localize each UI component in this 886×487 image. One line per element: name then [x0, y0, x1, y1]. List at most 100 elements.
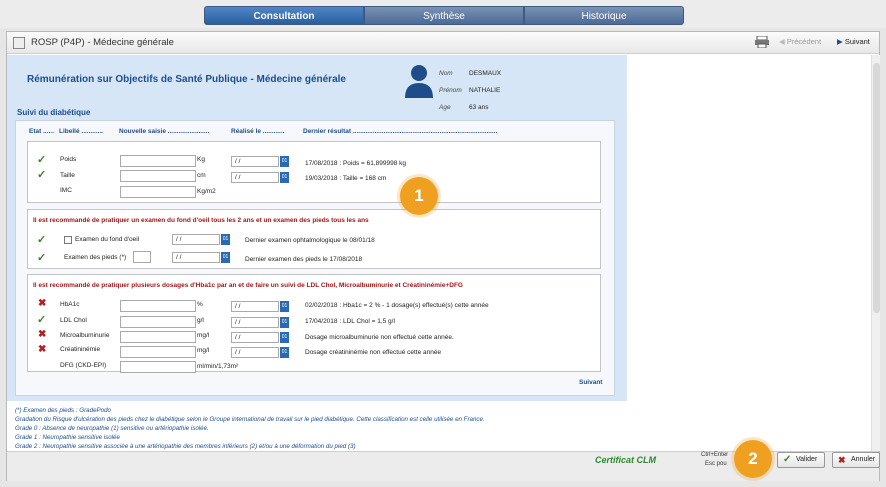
window-title: ROSP (P4P) - Médecine générale [31, 37, 174, 48]
unit-microalb: mg/l [197, 332, 210, 339]
pieds-date-input[interactable]: / / [172, 252, 220, 263]
calendar-icon[interactable]: 01 [280, 347, 289, 358]
group-mesures [27, 141, 601, 203]
suivant-link[interactable]: Suivant [579, 379, 602, 386]
unit-ldl: g/l [197, 317, 204, 324]
poids-date-input[interactable]: / / [231, 156, 279, 167]
cross-icon: ✖ [38, 344, 47, 355]
check-icon: ✓ [37, 169, 47, 181]
arrow-right-icon: ▶ [837, 37, 843, 46]
window-titlebar: ROSP (P4P) - Médecine générale ◀ Précéde… [7, 32, 879, 54]
check-icon: ✓ [37, 314, 47, 326]
cross-icon: ✖ [38, 298, 47, 309]
certificat-clm-link[interactable]: Certificat CLM [595, 455, 656, 465]
tab-synthese[interactable]: Synthèse [364, 6, 524, 25]
label-taille: Taille [60, 172, 75, 179]
label-dfg: DFG (CKD-EPI) [60, 362, 107, 369]
pieds-grade-input[interactable] [133, 251, 151, 263]
patient-prenom-label: Prénom [439, 87, 462, 94]
close-icon: ✖ [838, 455, 846, 465]
label-fond-oeil: Examen du fond d'oeil [75, 236, 140, 243]
col-dernier: Dernier résultat .......................… [303, 128, 498, 135]
col-etat: Etat ...... [29, 128, 54, 135]
unit-poids: Kg [197, 156, 205, 163]
patient-nom: DESMAUX [469, 70, 502, 77]
result-taille: 19/03/2018 : Taille = 168 cm [305, 175, 387, 182]
unit-taille: cm [197, 172, 206, 179]
taille-input[interactable] [120, 170, 196, 182]
creat-date-input[interactable]: / / [231, 347, 279, 358]
printer-icon[interactable] [755, 35, 769, 49]
suivant-button[interactable]: ▶ Suivant [837, 37, 870, 46]
microalb-date-input[interactable]: / / [231, 332, 279, 343]
result-pieds: Dernier examen des pieds le 17/08/2018 [245, 256, 363, 263]
page-title: Rémunération sur Objectifs de Santé Publ… [27, 74, 346, 85]
unit-dfg: ml/min/1,73m² [197, 363, 239, 370]
section-title: Suivi du diabétique [17, 108, 91, 117]
imc-input[interactable] [120, 186, 196, 198]
result-microalb: Dosage microalbuminurie non effectué cet… [305, 334, 454, 341]
hba1c-input[interactable] [120, 300, 196, 312]
poids-input[interactable] [120, 155, 196, 167]
check-icon: ✓ [783, 454, 792, 465]
patient-age: 63 ans [469, 104, 489, 111]
ldl-input[interactable] [120, 316, 196, 328]
calendar-icon[interactable]: 01 [221, 252, 230, 263]
calendar-icon[interactable]: 01 [280, 317, 289, 328]
precedent-button[interactable]: ◀ Précédent [779, 37, 821, 46]
result-ldl: 17/04/2018 : LDL Chol = 1,5 g/l [305, 318, 395, 325]
unit-hba1c: % [197, 301, 203, 308]
calendar-icon[interactable]: 01 [280, 301, 289, 312]
patient-avatar-icon [405, 64, 433, 98]
calendar-icon[interactable]: 01 [280, 332, 289, 343]
label-hba1c: HbA1c [60, 301, 80, 308]
calendar-icon[interactable]: 01 [280, 172, 289, 183]
creat-input[interactable] [120, 346, 196, 358]
col-saisie: Nouvelle saisie ....................... [119, 128, 210, 135]
unit-imc: Kg/m2 [197, 188, 216, 195]
cross-icon: ✖ [38, 329, 47, 340]
patient-nom-label: Nom [439, 70, 453, 77]
shortcut-hint: Ctrl+Enter [701, 452, 729, 458]
unit-creat: mg/l [197, 347, 210, 354]
result-poids: 17/08/2018 : Poids = 61,899998 kg [305, 160, 407, 167]
arrow-left-icon: ◀ [779, 37, 785, 46]
note-line: Gradation du Risque d'ulcération des pie… [15, 416, 485, 423]
col-realise: Réalisé le ............ [231, 128, 285, 135]
tab-consultation[interactable]: Consultation [204, 6, 364, 25]
note-line: (*) Examen des pieds : GradePodo [15, 407, 111, 414]
note-line: Grade 2 : Neuropathie sensitive associée… [15, 443, 356, 450]
note-line: Grade 1 : Neuropathie sensitive isolée [15, 434, 120, 441]
vertical-scrollbar[interactable] [871, 55, 880, 451]
warning-examens: Il est recommandé de pratiquer un examen… [33, 217, 369, 224]
valider-button[interactable]: ✓ Valider [777, 452, 825, 468]
taille-date-input[interactable]: / / [231, 172, 279, 183]
calendar-icon[interactable]: 01 [280, 156, 289, 167]
ldl-date-input[interactable]: / / [231, 317, 279, 328]
patient-age-label: Age [439, 104, 451, 111]
result-hba1c: 02/02/2018 : Hba1c = 2 % - 1 dosage(s) e… [305, 302, 489, 309]
calendar-icon[interactable]: 01 [221, 234, 230, 245]
fond-oeil-checkbox[interactable] [64, 236, 72, 244]
note-line: Grade 0 : Absence de neuropathie (1) sen… [15, 425, 209, 432]
microalb-input[interactable] [120, 331, 196, 343]
result-creat: Dosage créatininémie non effectué cette … [305, 349, 442, 356]
annotation-badge-2: 2 [734, 440, 772, 478]
hba1c-date-input[interactable]: / / [231, 301, 279, 312]
annuler-button[interactable]: ✖ Annuler [832, 452, 880, 468]
rosp-window: ROSP (P4P) - Médecine générale ◀ Précéde… [6, 31, 880, 481]
document-icon [13, 37, 25, 49]
fond-oeil-date-input[interactable]: / / [172, 234, 220, 245]
check-icon: ✓ [37, 252, 47, 264]
shortcut-hint: Esc pou [705, 461, 727, 467]
top-tab-bar: Consultation Synthèse Historique [0, 0, 886, 28]
footnotes: (*) Examen des pieds : GradePodo Gradati… [15, 406, 625, 451]
warning-dosages: Il est recommandé de pratiquer plusieurs… [33, 282, 463, 289]
patient-prenom: NATHALIE [469, 87, 501, 94]
tab-historique[interactable]: Historique [524, 6, 684, 25]
label-pieds: Examen des pieds (*) [64, 254, 127, 261]
label-poids: Poids [60, 156, 77, 163]
scrollbar-thumb[interactable] [873, 63, 880, 313]
dfg-input[interactable] [120, 361, 196, 373]
annotation-badge-1: 1 [400, 177, 438, 215]
